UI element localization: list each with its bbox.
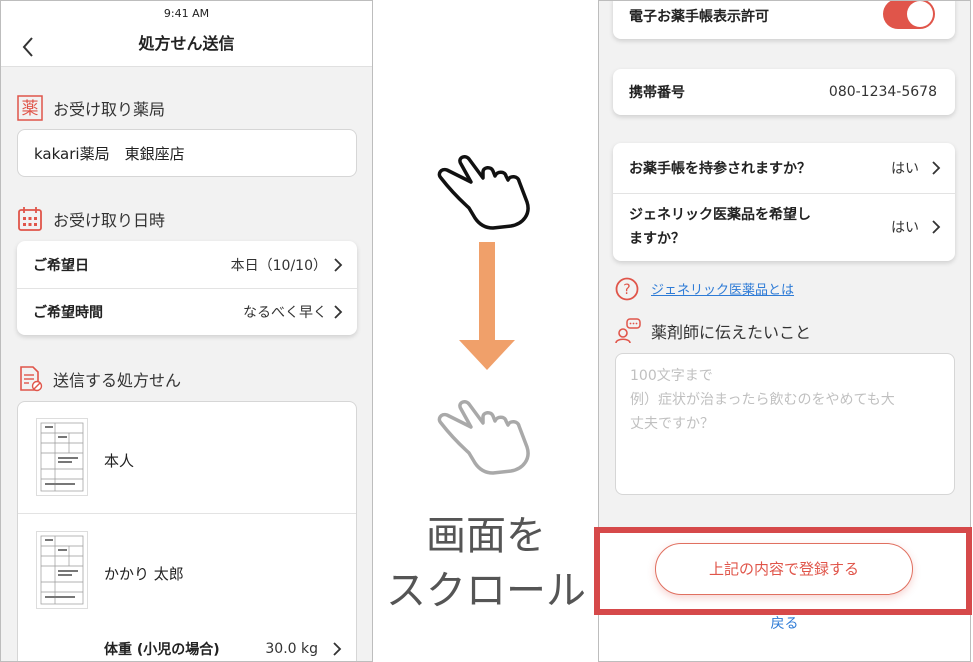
pharmacy-section-header: 薬 お受け取り薬局 (17, 94, 165, 122)
chevron-right-icon (931, 220, 941, 234)
footer-area: 上記の内容で登録する 戻る (599, 531, 970, 661)
pharmacy-section-label: お受け取り薬局 (53, 100, 166, 119)
back-chevron-icon[interactable] (17, 33, 43, 61)
generic-drug-value: はい (891, 220, 919, 236)
datetime-section-label: お受け取り日時 (53, 211, 166, 230)
nav-bar: 処方せん送信 (1, 27, 372, 67)
message-placeholder-line3: 丈夫ですか？ (630, 416, 714, 432)
prescription-item[interactable]: かかり 太郎 (18, 513, 356, 623)
weight-row[interactable]: 体重 (小児の場合) 30.0 kg (18, 624, 356, 661)
phone-label: 携帯番号 (629, 85, 685, 101)
scroll-hand-faded-icon (435, 395, 545, 475)
phone-card: 携帯番号 080-1234-5678 (613, 69, 955, 115)
chevron-right-icon (931, 161, 941, 175)
pharmacy-icon: 薬 (17, 95, 43, 121)
scroll-hand-icon (435, 150, 545, 230)
help-question-icon[interactable]: ? (615, 277, 639, 301)
prescription-section-label: 送信する処方せん (53, 371, 182, 390)
scroll-caption-line2: スクロール (386, 568, 586, 614)
generic-drug-row[interactable]: ジェネリック医薬品を希望し ますか？ はい (613, 193, 955, 261)
prescription-section-header: 送信する処方せん (17, 365, 181, 393)
datetime-section-header: お受け取り日時 (17, 205, 165, 233)
weight-value: 30.0 kg (265, 641, 318, 657)
prescription-document-icon (17, 366, 43, 392)
back-link[interactable]: 戻る (599, 613, 970, 633)
right-phone-screen: 電子お薬手帳表示許可 携帯番号 080-1234-5678 お薬手帳を持参されま… (598, 0, 971, 662)
preferred-time-value: なるべく早く (243, 304, 327, 321)
prescription-thumbnail (36, 418, 88, 496)
generic-drug-label-line1: ジェネリック医薬品を希望し (629, 207, 811, 223)
permission-card: 電子お薬手帳表示許可 (613, 1, 955, 39)
generic-drug-label-line2: ますか？ (629, 231, 685, 247)
prescription-item[interactable]: 本人 (18, 402, 356, 513)
prescription-list: 本人 かかり 太郎 体重 (小児の場合) 30.0 kg (17, 401, 357, 661)
message-section-label: 薬剤師に伝えたいこと (651, 323, 812, 342)
prescription-patient-name: 本人 (104, 452, 135, 470)
weight-label: 体重 (小児の場合) (104, 642, 220, 658)
chevron-right-icon (333, 304, 343, 319)
phone-value: 080-1234-5678 (828, 84, 937, 100)
message-placeholder-line2: 例）症状が治まったら飲むのをやめても大 (630, 392, 895, 408)
preferred-date-row[interactable]: ご希望日 本日（10/10） (17, 241, 357, 288)
message-section-header: 薬剤師に伝えたいこと (615, 317, 811, 345)
generic-drug-info-link[interactable]: ジェネリック医薬品とは (651, 279, 794, 298)
preferred-date-value: 本日（10/10） (230, 257, 327, 274)
preferred-time-row[interactable]: ご希望時間 なるべく早く (17, 288, 357, 335)
pharmacy-field[interactable]: kakari薬局 東銀座店 (17, 129, 357, 177)
preferred-date-label: ご希望日 (33, 257, 89, 274)
status-time: 9:41 AM (163, 7, 210, 20)
permission-toggle[interactable] (883, 1, 935, 29)
prescription-patient-name: かかり 太郎 (104, 565, 184, 583)
generic-drug-label: ジェネリック医薬品を希望し ますか？ (629, 203, 891, 251)
pharmacy-icon-char: 薬 (22, 99, 39, 119)
phone-row[interactable]: 携帯番号 080-1234-5678 (613, 69, 955, 115)
prescription-thumbnail (36, 531, 88, 609)
datetime-card: ご希望日 本日（10/10） ご希望時間 なるべく早く (17, 241, 357, 335)
left-phone-screen: 9:41 AM 処方せん送信 薬 お受け取り薬局 kakari薬局 東銀座店 お… (0, 0, 373, 662)
chevron-right-icon (332, 642, 342, 656)
register-button[interactable]: 上記の内容で登録する (655, 543, 913, 595)
message-placeholder-line1: 100文字まで (630, 368, 713, 384)
pharmacist-chat-icon (615, 318, 641, 344)
chevron-right-icon (333, 257, 343, 272)
scroll-down-arrow-icon (456, 242, 518, 372)
medicine-notebook-row[interactable]: お薬手帳を持参されますか？ はい (613, 143, 955, 193)
message-textarea[interactable]: 100文字まで 例）症状が治まったら飲むのをやめても大 丈夫ですか？ (615, 353, 955, 495)
questions-card: お薬手帳を持参されますか？ はい ジェネリック医薬品を希望し ますか？ はい (613, 143, 955, 261)
status-bar: 9:41 AM (1, 1, 372, 27)
medicine-notebook-label: お薬手帳を持参されますか？ (629, 161, 811, 177)
preferred-time-label: ご希望時間 (33, 304, 103, 321)
svg-text:?: ? (623, 282, 630, 298)
calendar-icon (17, 206, 43, 232)
page-title: 処方せん送信 (138, 34, 235, 53)
medicine-notebook-value: はい (891, 161, 919, 177)
scroll-caption-line1: 画面を (426, 513, 546, 559)
pharmacy-value: kakari薬局 東銀座店 (34, 144, 185, 163)
